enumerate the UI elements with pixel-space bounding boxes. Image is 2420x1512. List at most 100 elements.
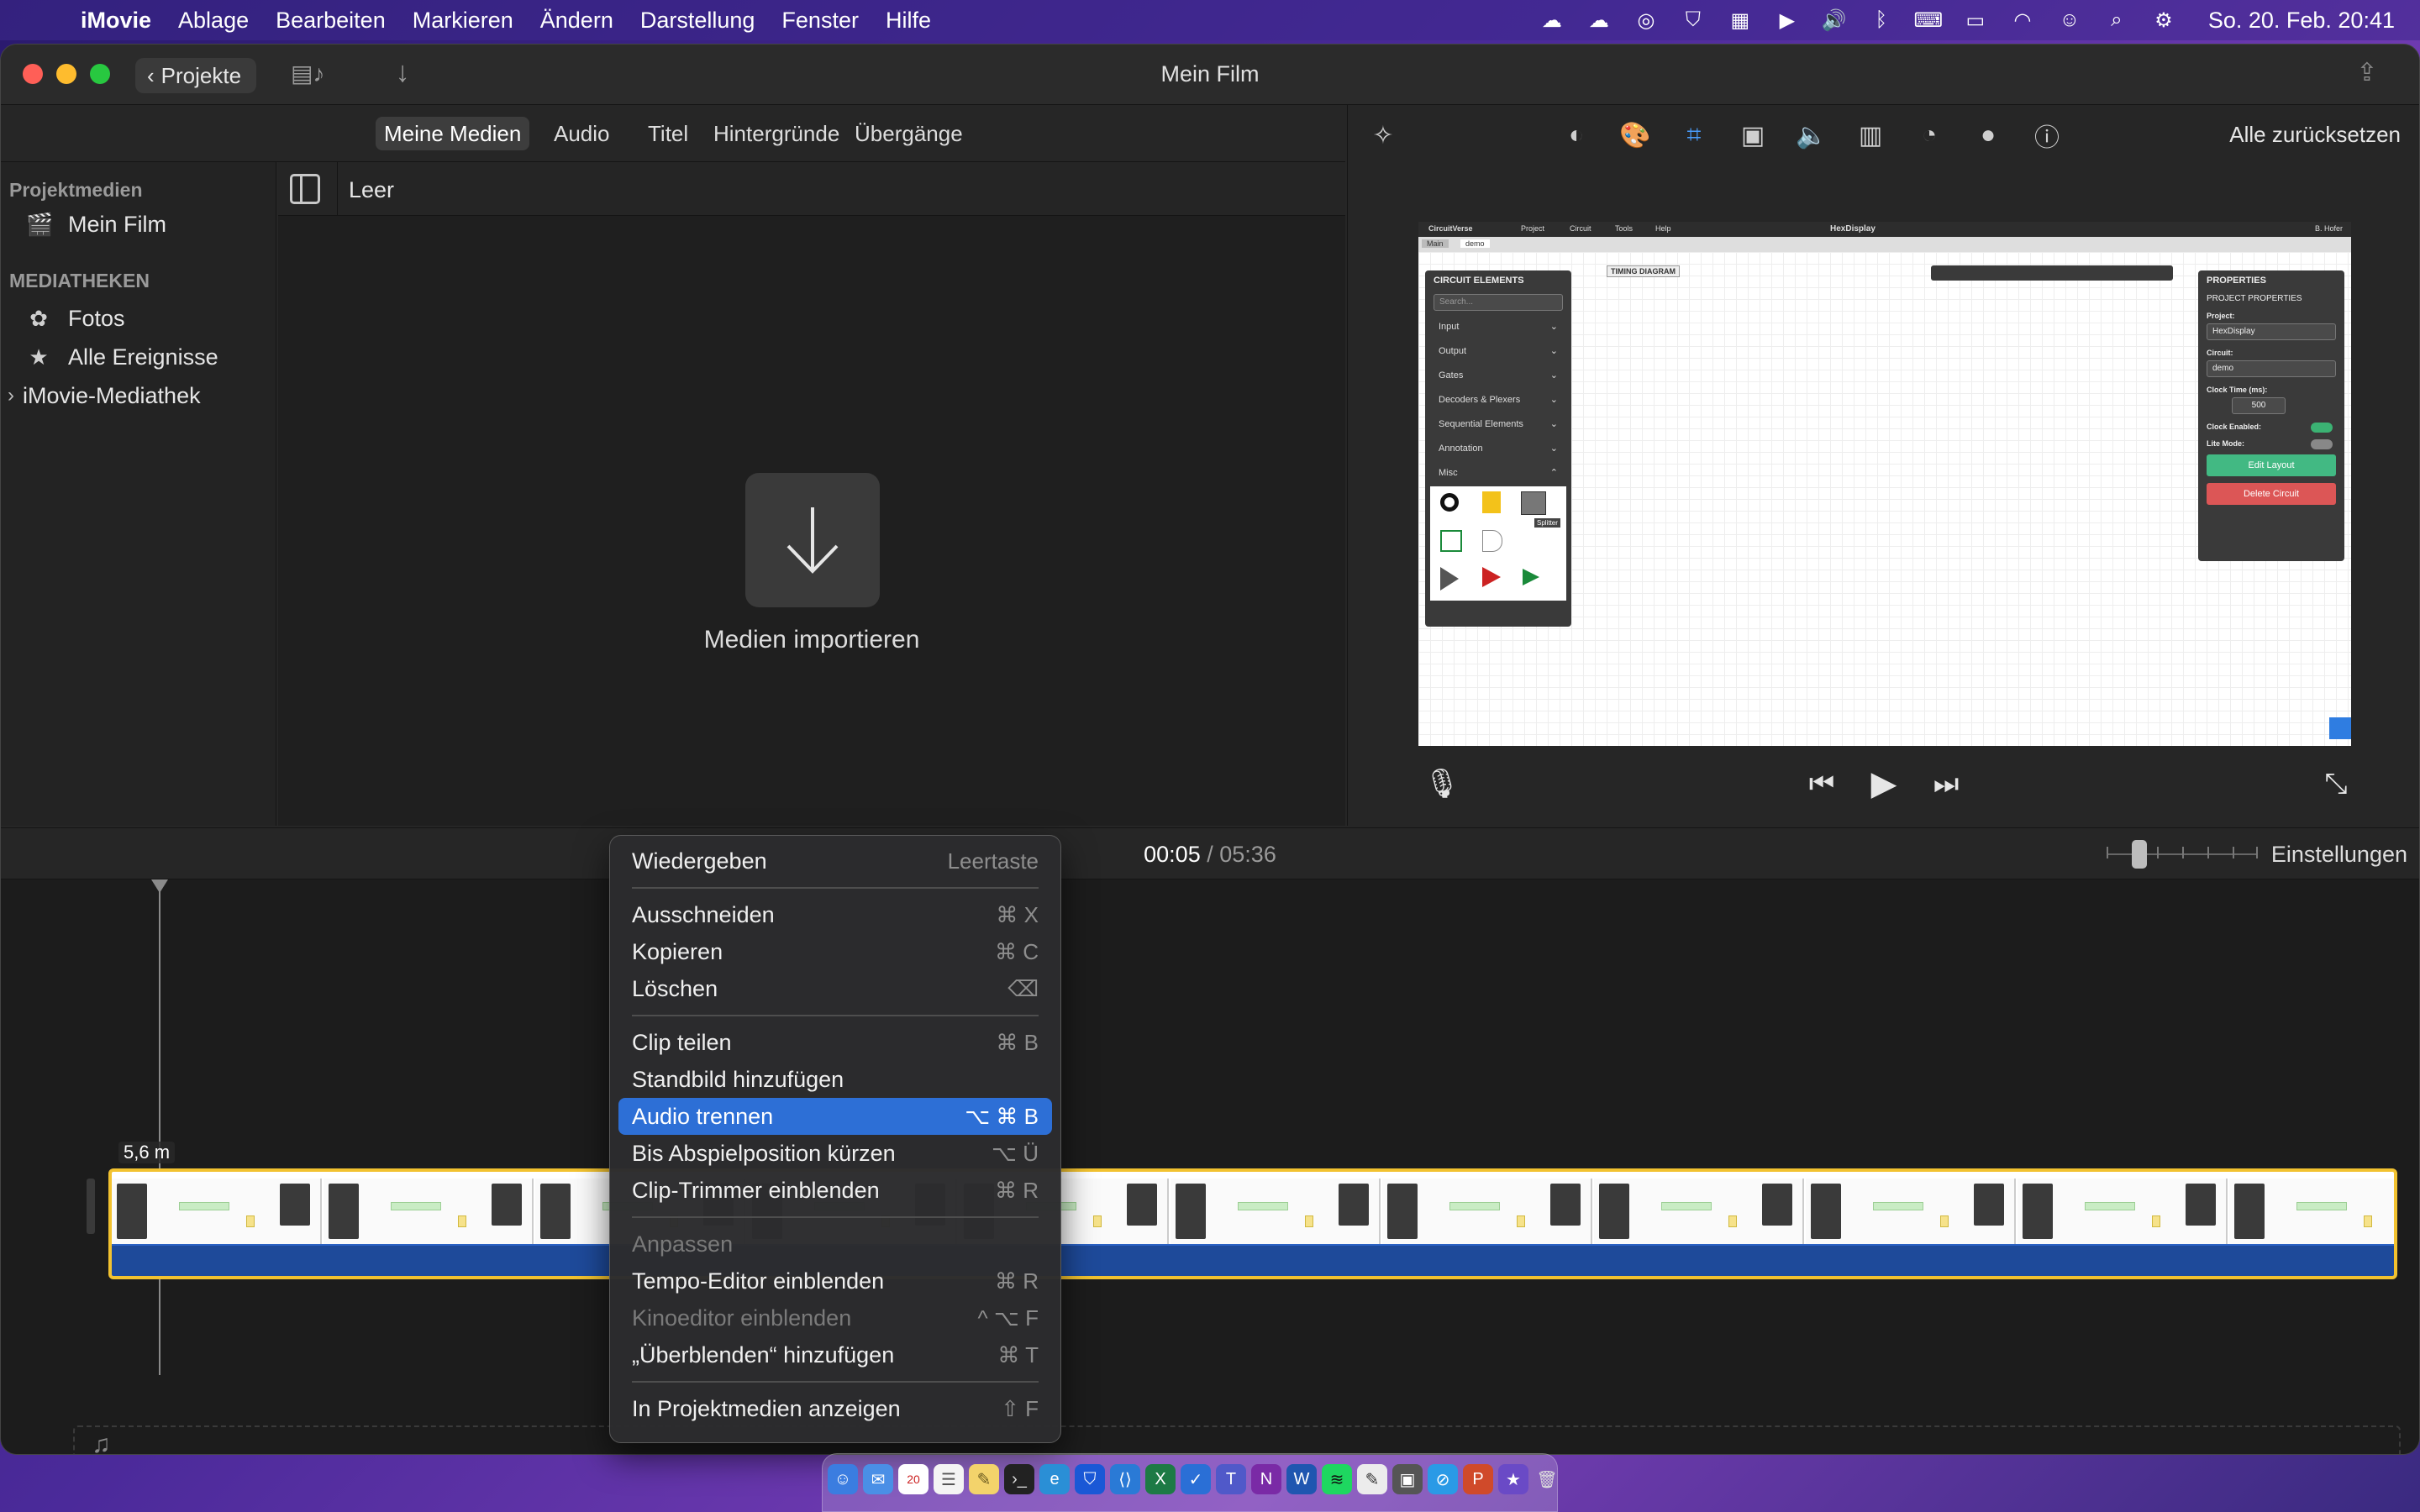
spotify-icon[interactable]: ≋ — [1322, 1464, 1352, 1494]
sidebar-item-fotos[interactable]: ✿ Fotos — [26, 302, 124, 335]
bluetooth-icon[interactable]: ᛒ — [1867, 8, 1896, 33]
menu-app-imovie[interactable]: iMovie — [67, 8, 165, 34]
crop-icon[interactable]: ⌗ — [1677, 118, 1711, 152]
user-icon[interactable]: ☺ — [2055, 8, 2084, 33]
word-icon[interactable]: W — [1286, 1464, 1317, 1494]
preview-controlled-inverter-icon — [1523, 569, 1539, 585]
tab-titel[interactable]: Titel — [639, 117, 697, 150]
excel-icon[interactable]: X — [1145, 1464, 1176, 1494]
trash-icon[interactable]: 🗑 — [1532, 1464, 1562, 1494]
battery-icon[interactable]: ▭ — [1961, 8, 1990, 33]
shield-icon[interactable]: ⛉ — [1679, 8, 1707, 33]
import-media-button[interactable] — [745, 473, 880, 607]
equalizer-icon[interactable]: ▥ — [1854, 118, 1887, 152]
mail-icon[interactable]: ✉ — [863, 1464, 893, 1494]
color-palette-icon[interactable]: 🎨 — [1618, 118, 1652, 152]
menu-fenster[interactable]: Fenster — [768, 8, 872, 34]
info-icon[interactable]: ⓘ — [2030, 118, 2064, 152]
menu-item-wiedergeben[interactable]: Wiedergeben Leertaste — [618, 843, 1052, 879]
thumb-element — [2364, 1215, 2372, 1227]
slider-tick — [2233, 847, 2234, 858]
terminal-icon[interactable]: ›_ — [1004, 1464, 1034, 1494]
teams-icon[interactable]: T — [1216, 1464, 1246, 1494]
play-icon[interactable]: ▶ — [1864, 764, 1904, 804]
menu-item-überblenden-hinzufügen[interactable]: „Überblenden“ hinzufügen ⌘ T — [618, 1336, 1052, 1373]
powerpoint-icon[interactable]: P — [1463, 1464, 1493, 1494]
menu-markieren[interactable]: Markieren — [399, 8, 527, 34]
slider-knob[interactable] — [2132, 840, 2147, 869]
microphone-icon[interactable]: 🎙 — [1423, 765, 1460, 802]
cloud-icon[interactable]: ☁ — [1538, 8, 1566, 33]
menu-item-label: Audio trennen — [632, 1103, 774, 1129]
sidebar-item-mein-film[interactable]: 🎬 Mein Film — [26, 207, 166, 241]
menu-item-tempo-editor-einblenden[interactable]: Tempo-Editor einblenden ⌘ R — [618, 1263, 1052, 1299]
menubar-clock[interactable]: So. 20. Feb. 20:41 — [2208, 8, 2395, 34]
menu-bearbeiten[interactable]: Bearbeiten — [262, 8, 399, 34]
skip-back-icon[interactable]: ⏮ — [1805, 767, 1839, 801]
menu-item-kopieren[interactable]: Kopieren ⌘ C — [618, 933, 1052, 970]
chevron-right-icon[interactable]: › — [8, 384, 14, 407]
menu-item-clip-trimmer-einblenden[interactable]: Clip-Trimmer einblenden ⌘ R — [618, 1172, 1052, 1209]
volume-icon[interactable]: 🔊 — [1820, 8, 1849, 33]
video-clip[interactable] — [108, 1168, 2397, 1279]
tab-hintergruende[interactable]: Hintergründe — [705, 117, 848, 150]
control-center-icon[interactable]: ⚙ — [2149, 8, 2178, 33]
menu-ablage[interactable]: Ablage — [165, 8, 262, 34]
video-preview[interactable]: CircuitVerse Project Circuit Tools Help … — [1418, 222, 2351, 746]
edge-icon[interactable]: e — [1039, 1464, 1070, 1494]
onenote-icon[interactable]: N — [1251, 1464, 1281, 1494]
menu-item-clip-teilen[interactable]: Clip teilen ⌘ B — [618, 1024, 1052, 1061]
cloud-sync-icon[interactable]: ☁ — [1585, 8, 1613, 33]
calendar-icon[interactable]: 20 — [898, 1464, 929, 1494]
speed-icon[interactable]: ◔ — [1912, 118, 1946, 152]
magic-wand-icon[interactable]: ✧ — [1366, 118, 1400, 152]
menu-hilfe[interactable]: Hilfe — [872, 8, 944, 34]
keyboard-icon[interactable]: ⌨ — [1914, 8, 1944, 33]
menu-item-audio-trennen[interactable]: Audio trennen ⌥ ⌘ B — [618, 1098, 1052, 1135]
settings-button[interactable]: Einstellungen — [2271, 842, 2407, 868]
vscode-icon[interactable]: ⟨⟩ — [1110, 1464, 1140, 1494]
menu-item-standbild-hinzufügen[interactable]: Standbild hinzufügen — [618, 1061, 1052, 1098]
tab-meine-medien[interactable]: Meine Medien — [376, 117, 530, 150]
vpn-icon[interactable]: ◎ — [1632, 8, 1660, 33]
play-circle-icon[interactable]: ▶ — [1773, 8, 1802, 33]
share-icon[interactable]: ⇪ — [2350, 58, 2384, 92]
skip-forward-icon[interactable]: ⏭ — [1929, 767, 1963, 801]
clip-drag-handle[interactable] — [87, 1179, 95, 1234]
menu-darstellung[interactable]: Darstellung — [627, 8, 769, 34]
tab-audio[interactable]: Audio — [545, 117, 618, 150]
volume-icon[interactable]: 🔈 — [1795, 118, 1828, 152]
menu-item-löschen[interactable]: Löschen ⌫ — [618, 970, 1052, 1007]
color-balance-icon[interactable]: ◐ — [1560, 118, 1593, 152]
clip-audio-strip[interactable] — [112, 1244, 2394, 1276]
menu-aendern[interactable]: Ändern — [527, 8, 627, 34]
tasks-icon[interactable]: ✓ — [1181, 1464, 1211, 1494]
background-music-well[interactable]: ♫ — [73, 1425, 2401, 1454]
media-filter-label[interactable]: Leer — [349, 177, 394, 203]
wifi-icon[interactable]: ◠ — [2008, 8, 2037, 33]
menu-item-bis-abspielposition-kürzen[interactable]: Bis Abspielposition kürzen ⌥ Ü — [618, 1135, 1052, 1172]
app-icon[interactable]: ▣ — [1392, 1464, 1423, 1494]
search-icon[interactable]: ⌕ — [2102, 8, 2131, 33]
grid-icon[interactable]: ▦ — [1726, 8, 1754, 33]
menu-item-in-projektmedien-anzeigen[interactable]: In Projektmedien anzeigen ⇧ F — [618, 1390, 1052, 1427]
imovie-icon[interactable]: ★ — [1498, 1464, 1528, 1494]
sidebar-toggle-icon[interactable] — [290, 174, 320, 204]
reminders-icon[interactable]: ☰ — [934, 1464, 964, 1494]
filter-icon[interactable]: ● — [1971, 118, 2005, 152]
notes-icon[interactable]: ✎ — [969, 1464, 999, 1494]
stabilization-icon[interactable]: ▣ — [1736, 118, 1770, 152]
playhead[interactable] — [151, 879, 168, 1375]
sidebar-item-alle-ereignisse[interactable]: ★ Alle Ereignisse — [26, 340, 218, 374]
timeline[interactable]: 5,6 m ♫ — [1, 879, 2419, 1454]
textedit-icon[interactable]: ✎ — [1357, 1464, 1387, 1494]
bitwarden-icon[interactable]: ⛉ — [1075, 1464, 1105, 1494]
safari-icon[interactable]: ⊘ — [1428, 1464, 1458, 1494]
fullscreen-icon[interactable]: ⤡ — [2317, 765, 2354, 802]
timeline-zoom-slider[interactable] — [2107, 840, 2258, 869]
reset-all-button[interactable]: Alle zurücksetzen — [2229, 122, 2401, 148]
tab-uebergaenge[interactable]: Übergänge — [846, 117, 971, 150]
finder-icon[interactable]: ☺ — [828, 1464, 858, 1494]
sidebar-item-imovie-mediathek[interactable]: › iMovie-Mediathek — [8, 379, 201, 412]
menu-item-ausschneiden[interactable]: Ausschneiden ⌘ X — [618, 896, 1052, 933]
